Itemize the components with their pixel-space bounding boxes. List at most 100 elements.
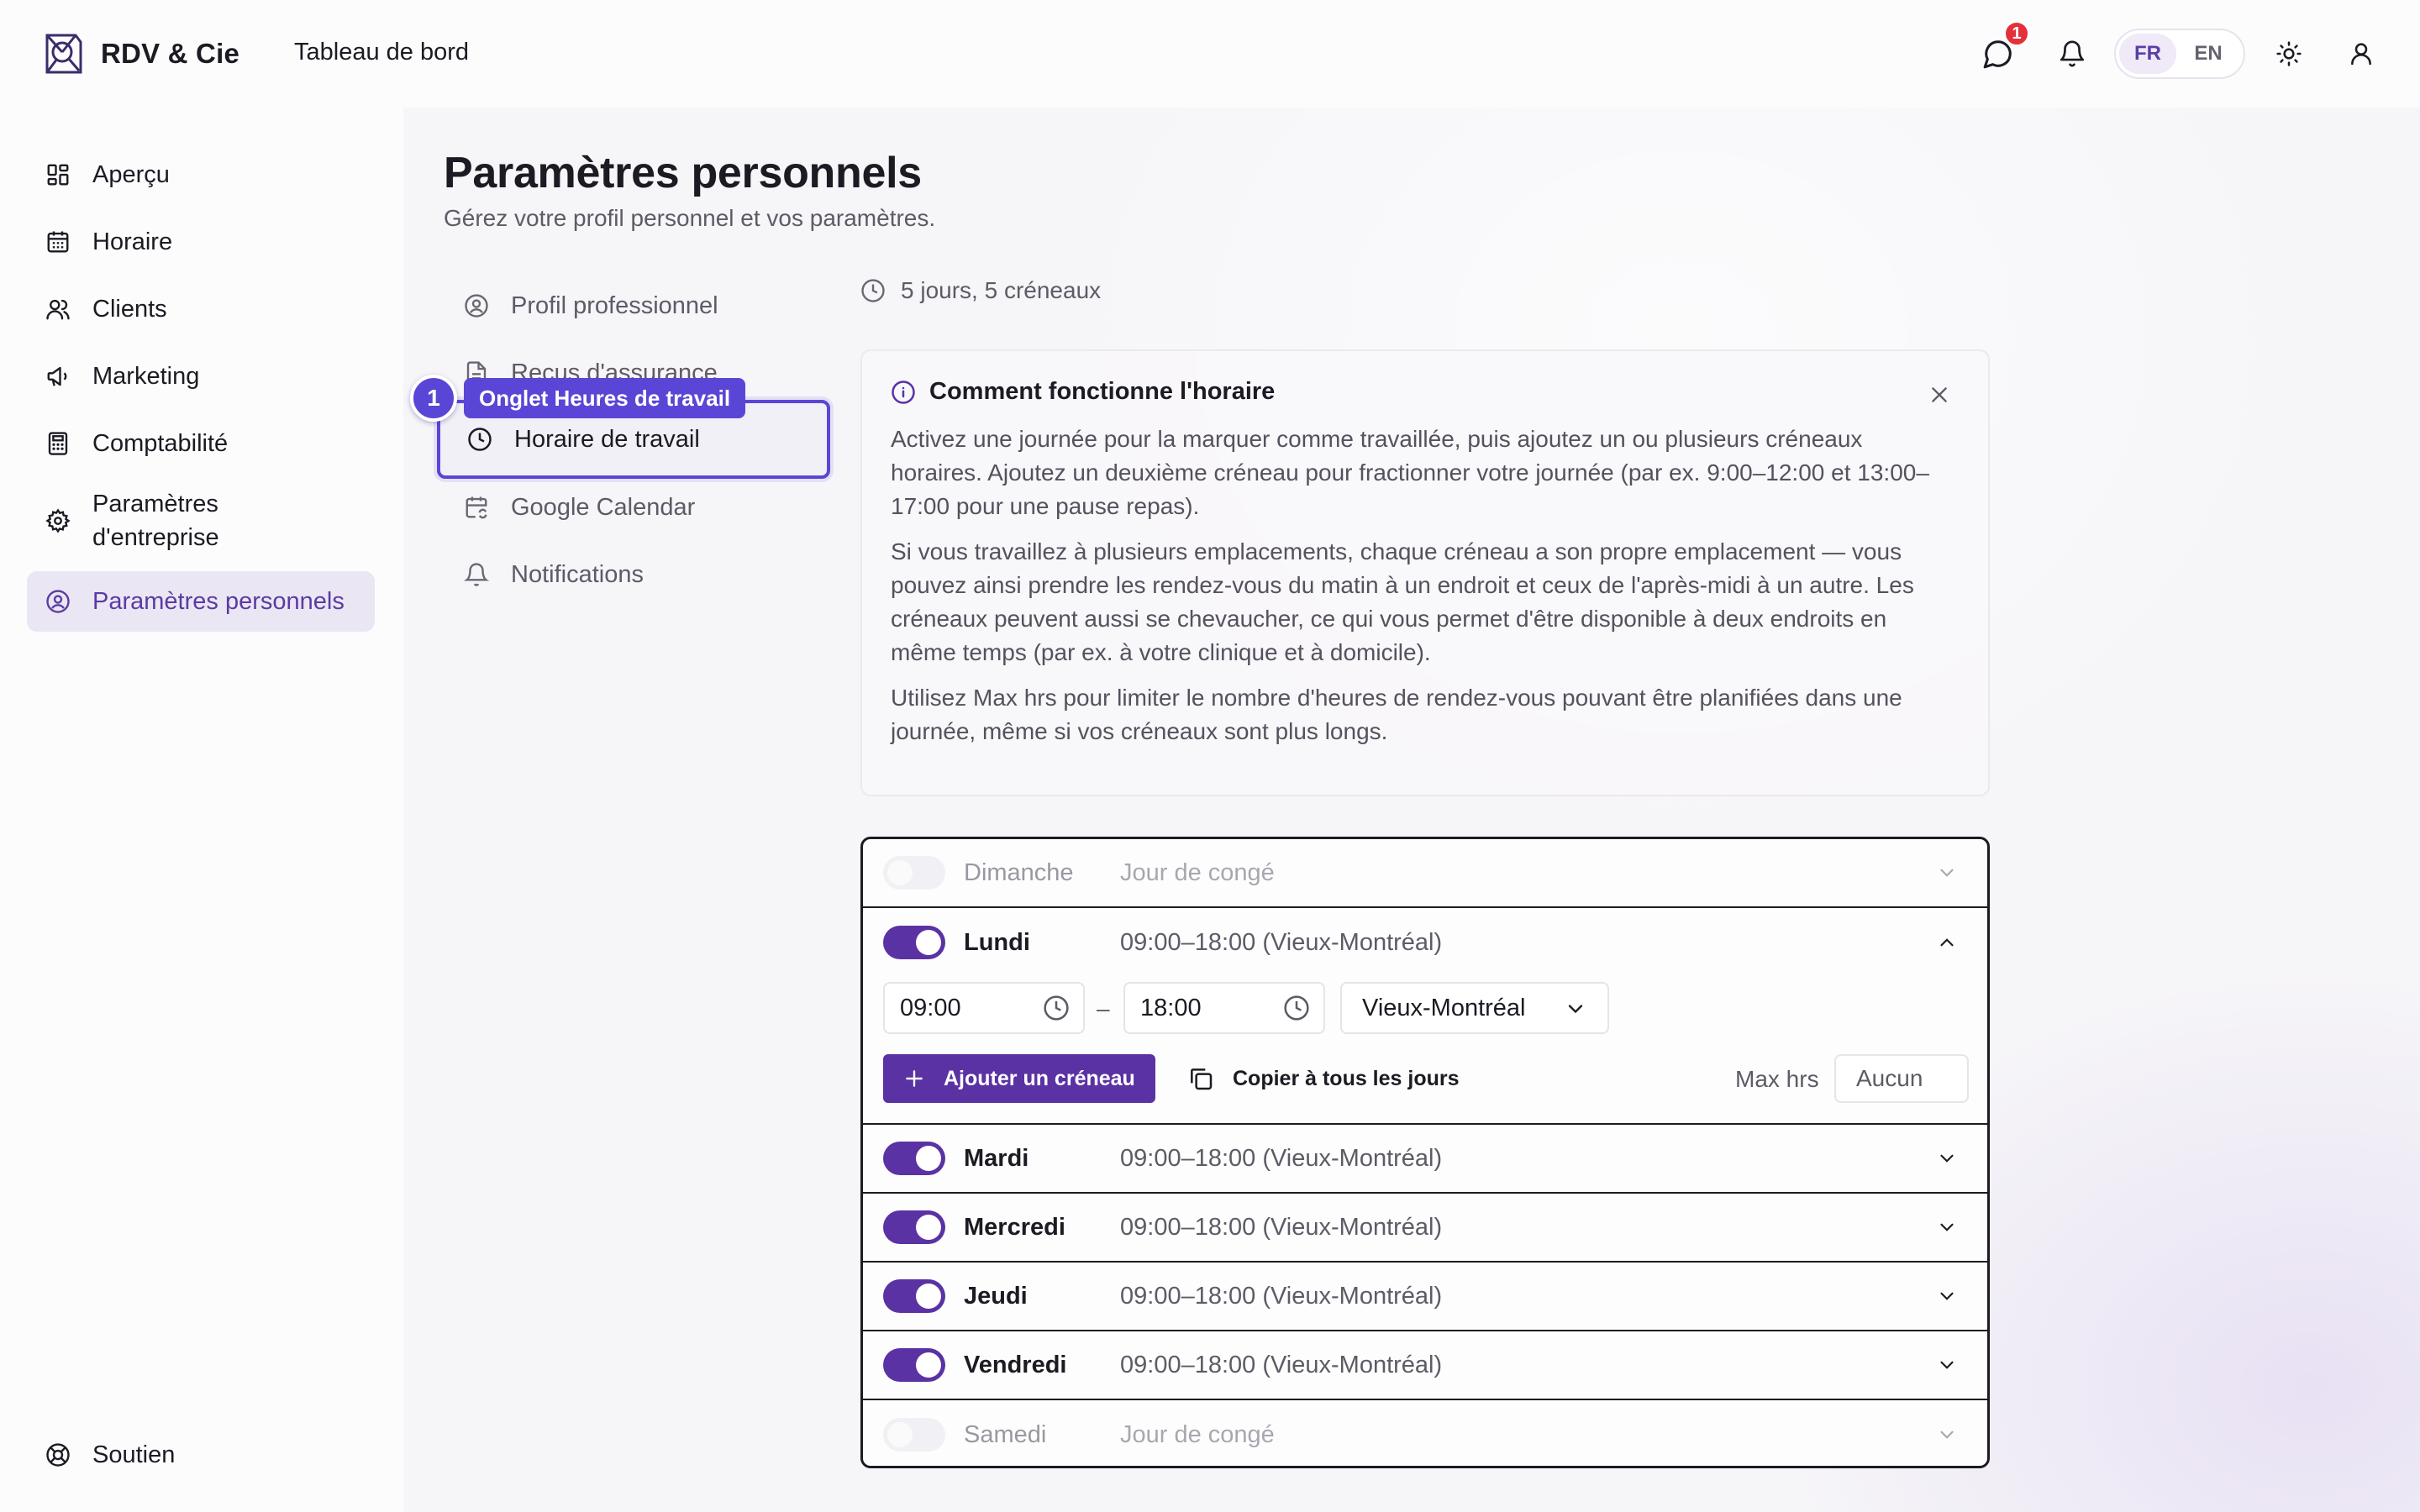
slot-location-value: Vieux-Montréal [1362, 994, 1526, 1021]
day-summary: 09:00–18:00 (Vieux-Montréal) [1120, 1282, 1443, 1310]
day-name: Samedi [964, 1420, 1047, 1448]
day-toggle[interactable] [883, 856, 945, 890]
sidebar-item-label: Paramètres personnels [92, 588, 345, 615]
day-summary: 09:00–18:00 (Vieux-Montréal) [1120, 1144, 1443, 1172]
chevron-up-icon [1940, 938, 1954, 947]
close-icon [1932, 387, 1947, 402]
day-row-samedi[interactable]: Samedi Jour de congé [863, 1400, 1987, 1466]
day-toggle[interactable] [883, 1418, 945, 1452]
slot-end-time-input[interactable]: 18:00 [1123, 982, 1325, 1034]
sidebar-item-parametres-entreprise[interactable]: Paramètres d'entreprise [27, 480, 375, 561]
calculator-icon [48, 432, 68, 455]
tab-profil-professionnel[interactable]: Profil professionnel [437, 272, 830, 339]
tab-notifications[interactable]: Notifications [437, 541, 830, 608]
theme-toggle-button[interactable] [2270, 35, 2307, 72]
day-toggle[interactable] [883, 1279, 945, 1313]
day-row-header[interactable]: Lundi 09:00–18:00 (Vieux-Montréal) [863, 908, 1987, 977]
lang-fr-option[interactable]: FR [2119, 34, 2176, 74]
day-summary: Jour de congé [1120, 858, 1275, 886]
info-paragraph: Utilisez Max hrs pour limiter le nombre … [891, 685, 1902, 744]
add-slot-button[interactable]: Ajouter un créneau [883, 1054, 1155, 1103]
lang-en-option[interactable]: EN [2180, 34, 2237, 74]
day-row-dimanche[interactable]: Dimanche Jour de congé [863, 839, 1987, 908]
grid-icon [47, 164, 69, 186]
brand[interactable]: RDV & Cie [42, 30, 239, 77]
day-row-vendredi[interactable]: Vendredi 09:00–18:00 (Vieux-Montréal) [863, 1331, 1987, 1400]
copy-to-all-days-label: Copier à tous les jours [1233, 1066, 1460, 1090]
expand-button[interactable] [1932, 1420, 1962, 1450]
sidebar-item-label: Paramètres d'entreprise [92, 491, 219, 551]
day-row-mercredi[interactable]: Mercredi 09:00–18:00 (Vieux-Montréal) [863, 1194, 1987, 1263]
clock-icon [1284, 995, 1309, 1021]
day-toggle[interactable] [883, 1348, 945, 1382]
gear-icon [45, 508, 71, 533]
day-summary: 09:00–18:00 (Vieux-Montréal) [1120, 928, 1443, 956]
sidebar-item-marketing[interactable]: Marketing [27, 346, 375, 407]
sidebar-item-apercu[interactable]: Aperçu [27, 144, 375, 205]
user-circle-icon [465, 294, 488, 318]
brand-logo-icon [45, 34, 82, 74]
day-row-mardi[interactable]: Mardi 09:00–18:00 (Vieux-Montréal) [863, 1125, 1987, 1194]
expand-button[interactable] [1932, 1212, 1962, 1242]
sidebar-item-label: Soutien [92, 1441, 176, 1468]
notifications-button[interactable] [2054, 35, 2091, 72]
schedule-summary: 5 jours, 5 créneaux [860, 277, 1101, 304]
max-hours-placeholder: Aucun [1856, 1065, 1923, 1091]
sidebar-item-clients[interactable]: Clients [27, 279, 375, 339]
collapse-button[interactable] [1932, 927, 1962, 958]
sidebar-item-label: Clients [92, 296, 167, 323]
copy-to-all-days-button[interactable]: Copier à tous les jours [1187, 1054, 1460, 1103]
users-icon [46, 299, 70, 320]
annotation-label: Onglet Heures de travail [464, 378, 746, 418]
sidebar-item-label: Marketing [92, 363, 200, 390]
notification-badge: 1 [2003, 20, 2030, 47]
clock-icon [468, 428, 492, 451]
sidebar-item-soutien[interactable]: Soutien [27, 1425, 375, 1485]
sidebar-item-comptabilite[interactable]: Comptabilité [27, 413, 375, 474]
sidebar-item-horaire[interactable]: Horaire [27, 212, 375, 272]
slot-start-time-value: 09:00 [900, 994, 961, 1021]
bell-icon [2060, 40, 2085, 67]
day-name: Mardi [964, 1144, 1029, 1172]
tab-label: Horaire de travail [514, 425, 700, 453]
slot-start-time-input[interactable]: 09:00 [883, 982, 1085, 1034]
day-toggle[interactable] [883, 926, 945, 959]
info-paragraph: Activez une journée pour la marquer comm… [891, 426, 1929, 519]
tab-google-calendar[interactable]: Google Calendar [437, 474, 830, 541]
sidebar-item-parametres-personnels[interactable]: Paramètres personnels [27, 571, 375, 632]
plus-icon [906, 1070, 923, 1087]
day-row-jeudi[interactable]: Jeudi 09:00–18:00 (Vieux-Montréal) [863, 1263, 1987, 1331]
expand-button[interactable] [1932, 1350, 1962, 1380]
expand-button[interactable] [1932, 858, 1962, 888]
user-menu-button[interactable] [2343, 35, 2380, 72]
info-icon [892, 380, 915, 404]
slot-location-select[interactable]: Vieux-Montréal [1340, 982, 1609, 1034]
clock-icon [1044, 995, 1069, 1021]
max-hours-input[interactable]: Aucun [1834, 1054, 1969, 1103]
calendar-icon [47, 231, 69, 253]
chevron-down-icon [1940, 1361, 1954, 1369]
chevron-down-icon [1940, 1223, 1954, 1231]
day-toggle[interactable] [883, 1142, 945, 1175]
add-slot-label: Ajouter un créneau [944, 1066, 1135, 1090]
weekly-schedule: Dimanche Jour de congé Lundi 09:00–18:00… [860, 837, 1990, 1468]
day-summary: 09:00–18:00 (Vieux-Montréal) [1120, 1351, 1443, 1378]
day-name: Dimanche [964, 858, 1074, 886]
expand-button[interactable] [1932, 1281, 1962, 1311]
day-summary: Jour de congé [1120, 1420, 1275, 1448]
sidebar-item-label: Horaire [92, 228, 173, 255]
calendar-sync-icon [466, 496, 487, 519]
user-icon [2351, 43, 2371, 66]
info-close-button[interactable] [1923, 378, 1956, 412]
day-summary: 09:00–18:00 (Vieux-Montréal) [1120, 1213, 1443, 1241]
language-toggle[interactable]: FR EN [2114, 29, 2245, 79]
tab-label: Google Calendar [511, 493, 696, 521]
annotation-number: 1 [410, 375, 457, 422]
clock-icon [861, 279, 885, 302]
schedule-summary-text: 5 jours, 5 créneaux [901, 277, 1102, 303]
chevron-down-icon [1940, 1431, 1954, 1439]
day-toggle[interactable] [883, 1210, 945, 1244]
day-name: Mercredi [964, 1213, 1065, 1241]
day-name: Lundi [964, 928, 1030, 956]
expand-button[interactable] [1932, 1143, 1962, 1173]
